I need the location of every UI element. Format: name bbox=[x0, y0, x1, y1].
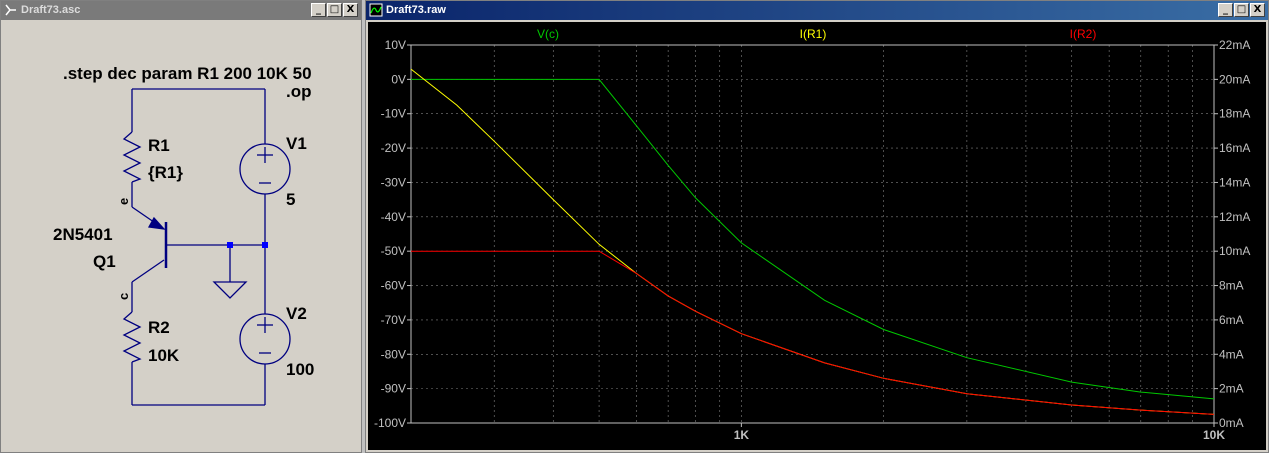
left-tick-label: -40V bbox=[381, 210, 406, 224]
v2-value[interactable]: 100 bbox=[286, 360, 314, 379]
right-tick-label: 10mA bbox=[1219, 244, 1250, 258]
r2-name[interactable]: R2 bbox=[148, 318, 170, 337]
left-tick-label: -30V bbox=[381, 175, 406, 189]
junction-dot bbox=[262, 242, 268, 248]
x-tick-label: 10K bbox=[1203, 428, 1225, 442]
q1-name[interactable]: Q1 bbox=[93, 252, 116, 271]
net-label-e[interactable]: e bbox=[116, 198, 131, 205]
x-tick-label: 1K bbox=[734, 428, 750, 442]
r1-value[interactable]: {R1} bbox=[148, 163, 183, 182]
left-tick-label: -60V bbox=[381, 279, 406, 293]
r2-value[interactable]: 10K bbox=[148, 346, 180, 365]
restore-button[interactable]: □ bbox=[327, 3, 342, 17]
r1-name[interactable]: R1 bbox=[148, 136, 170, 155]
ground-symbol bbox=[212, 281, 248, 299]
q1-model[interactable]: 2N5401 bbox=[53, 225, 113, 244]
right-tick-label: 18mA bbox=[1219, 107, 1250, 121]
schematic-window: Draft73.asc _ □ X .step dec param R1 200… bbox=[0, 0, 362, 453]
legend-i-r1-: I(R1) bbox=[800, 27, 827, 41]
left-tick-label: -20V bbox=[381, 141, 406, 155]
right-tick-label: 22mA bbox=[1219, 38, 1250, 52]
waveform-plot[interactable]: 10V 0V -10V -20V -30V -40V -50V -60V -70V -80V -90… bbox=[368, 22, 1268, 452]
right-tick-label: 16mA bbox=[1219, 141, 1250, 155]
right-tick-label: 12mA bbox=[1219, 210, 1250, 224]
left-tick-label: 0V bbox=[391, 72, 406, 86]
v1-value[interactable]: 5 bbox=[286, 190, 295, 209]
series-v-c- bbox=[411, 78, 1215, 400]
right-tick-label: 4mA bbox=[1219, 347, 1244, 361]
close-button[interactable]: X bbox=[343, 3, 358, 17]
minimize-button[interactable]: _ bbox=[1218, 3, 1233, 17]
schematic-canvas[interactable]: .step dec param R1 200 10K 50 .op R1 {R1… bbox=[3, 22, 359, 450]
close-button[interactable]: X bbox=[1250, 3, 1265, 17]
junction-dot bbox=[227, 242, 233, 248]
schematic-drawing: .step dec param R1 200 10K 50 .op R1 {R1… bbox=[53, 64, 314, 406]
legend-i-r2-: I(R2) bbox=[1070, 27, 1097, 41]
schematic-title: Draft73.asc bbox=[21, 4, 81, 16]
net-label-c[interactable]: c bbox=[116, 293, 131, 300]
step-directive[interactable]: .step dec param R1 200 10K 50 bbox=[63, 64, 312, 83]
series-i-r1- bbox=[410, 68, 1215, 415]
schematic-app-icon bbox=[5, 4, 16, 16]
plot-titlebar[interactable]: Draft73.raw _ □ X bbox=[366, 1, 1268, 20]
resistor-r1 bbox=[122, 131, 142, 183]
right-tick-label: 8mA bbox=[1219, 279, 1244, 293]
minimize-button[interactable]: _ bbox=[311, 3, 326, 17]
restore-button[interactable]: □ bbox=[1234, 3, 1249, 17]
left-tick-label: -70V bbox=[381, 313, 406, 327]
schematic-titlebar[interactable]: Draft73.asc _ □ X bbox=[1, 1, 361, 20]
left-tick-label: -10V bbox=[381, 107, 406, 121]
plot-frame bbox=[410, 44, 1215, 424]
plot-window: Draft73.raw _ □ X 10V 0V -10V -20V -30V -40V -… bbox=[365, 0, 1269, 453]
left-tick-label: -50V bbox=[381, 244, 406, 258]
v2-name[interactable]: V2 bbox=[286, 304, 307, 323]
v1-name[interactable]: V1 bbox=[286, 134, 307, 153]
right-tick-label: 14mA bbox=[1219, 175, 1250, 189]
op-directive[interactable]: .op bbox=[286, 82, 312, 101]
left-tick-label: -90V bbox=[381, 382, 406, 396]
series-i-r2- bbox=[411, 250, 1215, 415]
resistor-r2 bbox=[122, 311, 142, 363]
right-tick-label: 2mA bbox=[1219, 382, 1244, 396]
left-tick-label: -80V bbox=[381, 347, 406, 361]
right-tick-label: 6mA bbox=[1219, 313, 1244, 327]
waveform-app-icon bbox=[369, 3, 383, 17]
plot-title: Draft73.raw bbox=[386, 4, 446, 16]
right-tick-label: 20mA bbox=[1219, 72, 1250, 86]
plot-canvas[interactable]: 10V 0V -10V -20V -30V -40V -50V -60V -70V -80V -90… bbox=[368, 22, 1266, 450]
legend-v-c-: V(c) bbox=[537, 27, 559, 41]
left-tick-label: 10V bbox=[385, 38, 406, 52]
left-tick-label: -100V bbox=[374, 416, 406, 430]
